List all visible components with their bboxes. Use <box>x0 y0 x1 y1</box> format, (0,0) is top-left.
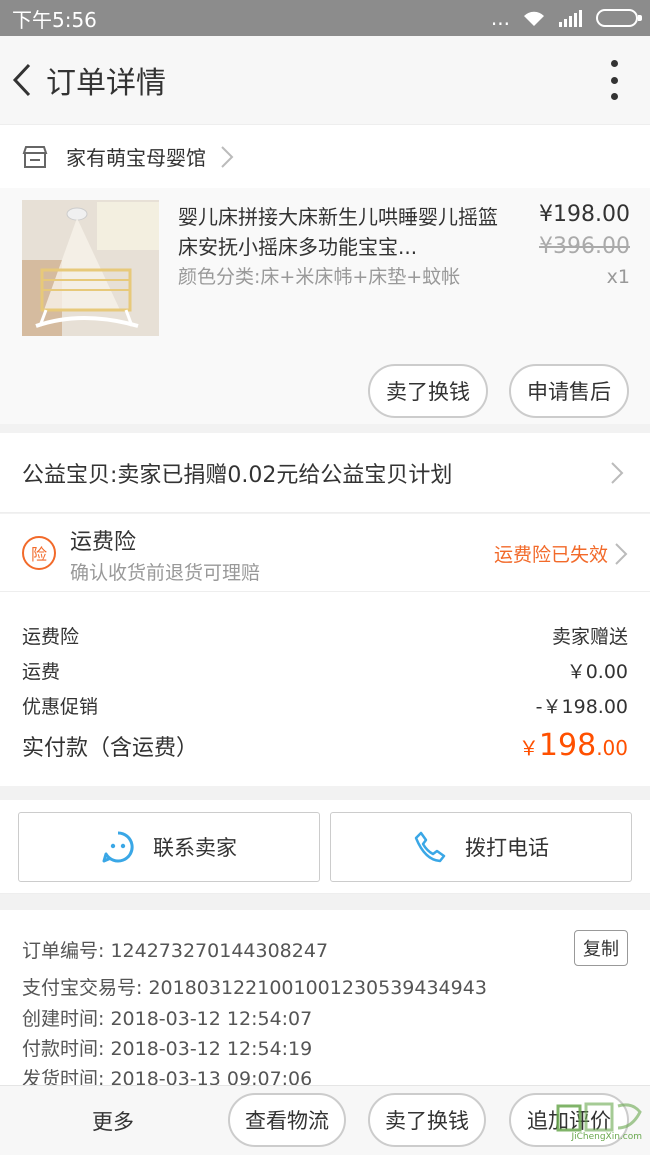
summary-label: 运费 <box>22 661 61 683</box>
price-current: ¥198.00 <box>539 202 630 227</box>
store-icon <box>22 145 48 168</box>
signal-icon <box>559 10 582 27</box>
nav-bar: 订单详情 <box>0 36 650 124</box>
status-dots: ... <box>490 6 510 30</box>
chevron-right-icon <box>615 543 628 565</box>
order-item[interactable]: 婴儿床拼接大床新生儿哄睡婴儿摇篮床安抚小摇床多功能宝宝... 颜色分类:床+米床… <box>0 188 650 424</box>
product-spec: 颜色分类:床+米床帏+床垫+蚊帐 <box>178 266 461 288</box>
page-title: 订单详情 <box>46 66 166 101</box>
shipping-insurance-row[interactable]: 险 运费险 确认收货前退货可理赔 运费险已失效 <box>0 514 650 592</box>
contact-seller-label: 联系卖家 <box>153 836 237 860</box>
currency-symbol: ￥ <box>518 736 539 760</box>
total-label: 实付款（含运费） <box>22 736 199 761</box>
total-decimal: .00 <box>596 736 628 760</box>
after-sale-button[interactable]: 申请售后 <box>509 364 629 418</box>
summary-label: 优惠促销 <box>22 696 99 718</box>
dot-icon <box>610 76 618 84</box>
shop-name: 家有萌宝母婴馆 <box>66 146 206 170</box>
status-bar: 下午5:56 ... <box>0 0 650 36</box>
insurance-badge-icon: 险 <box>22 536 56 570</box>
summary-row: 运费 ￥0.00 <box>22 657 628 684</box>
sell-again-button[interactable]: 卖了换钱 <box>368 1093 486 1147</box>
contact-area: 联系卖家 拨打电话 <box>0 800 650 894</box>
watermark-text: JiChengXin.com <box>571 1132 642 1142</box>
chevron-left-icon <box>12 63 31 97</box>
dot-icon <box>610 93 618 100</box>
more-button[interactable]: 更多 <box>92 1106 134 1136</box>
product-image <box>22 200 159 336</box>
insurance-status: 运费险已失效 <box>493 544 608 566</box>
chevron-right-icon <box>221 145 234 168</box>
back-button[interactable] <box>2 50 42 110</box>
price-summary: 运费险 卖家赠送 运费 ￥0.00 优惠促销 -￥198.00 实付款（含运费）… <box>0 592 650 786</box>
view-logistics-button[interactable]: 查看物流 <box>228 1093 346 1147</box>
bottom-action-bar: 更多 查看物流 卖了换钱 追加评价 JiChengXin.com <box>0 1085 650 1155</box>
paid-time: 付款时间: 2018-03-12 12:54:19 <box>22 1038 313 1060</box>
shop-row[interactable]: 家有萌宝母婴馆 <box>0 124 650 188</box>
product-title: 婴儿床拼接大床新生儿哄睡婴儿摇篮床安抚小摇床多功能宝宝... <box>178 205 498 259</box>
call-phone-button[interactable]: 拨打电话 <box>330 812 632 882</box>
summary-value: 卖家赠送 <box>551 626 628 648</box>
summary-row: 运费险 卖家赠送 <box>22 622 628 649</box>
price-original: ¥396.00 <box>539 234 630 259</box>
total-amount: ￥198.00 <box>519 728 628 763</box>
status-time: 下午5:56 <box>12 7 97 32</box>
dot-icon <box>610 60 618 67</box>
total-integer: 198 <box>538 728 597 763</box>
total-row: 实付款（含运费） ￥198.00 <box>22 728 628 763</box>
alipay-trade-number: 支付宝交易号: 2018031221001001230539434943 <box>22 977 487 999</box>
chevron-right-icon <box>611 461 624 484</box>
contact-seller-button[interactable]: 联系卖家 <box>18 812 320 882</box>
order-number: 订单编号: 124273270144308247 <box>22 940 329 962</box>
quantity: x1 <box>606 266 630 288</box>
call-phone-label: 拨打电话 <box>465 836 549 860</box>
more-options-button[interactable] <box>606 60 622 100</box>
charity-text: 公益宝贝:卖家已捐赠0.02元给公益宝贝计划 <box>22 462 453 488</box>
insurance-title: 运费险 <box>70 530 137 555</box>
summary-row: 优惠促销 -￥198.00 <box>22 692 628 719</box>
battery-icon <box>596 9 642 27</box>
order-info: 订单编号: 124273270144308247 复制 支付宝交易号: 2018… <box>0 910 650 1090</box>
charity-row[interactable]: 公益宝贝:卖家已捐赠0.02元给公益宝贝计划 <box>0 433 650 513</box>
sell-button[interactable]: 卖了换钱 <box>368 364 488 418</box>
created-time: 创建时间: 2018-03-12 12:54:07 <box>22 1008 313 1030</box>
status-icons: ... <box>490 6 642 30</box>
summary-value: -￥198.00 <box>535 696 628 718</box>
summary-label: 运费险 <box>22 626 80 648</box>
insurance-subtitle: 确认收货前退货可理赔 <box>70 562 261 584</box>
wifi-icon <box>524 11 544 26</box>
phone-icon <box>414 831 446 863</box>
chat-icon <box>102 831 134 863</box>
copy-button[interactable]: 复制 <box>574 930 628 966</box>
summary-value: ￥0.00 <box>566 661 628 683</box>
